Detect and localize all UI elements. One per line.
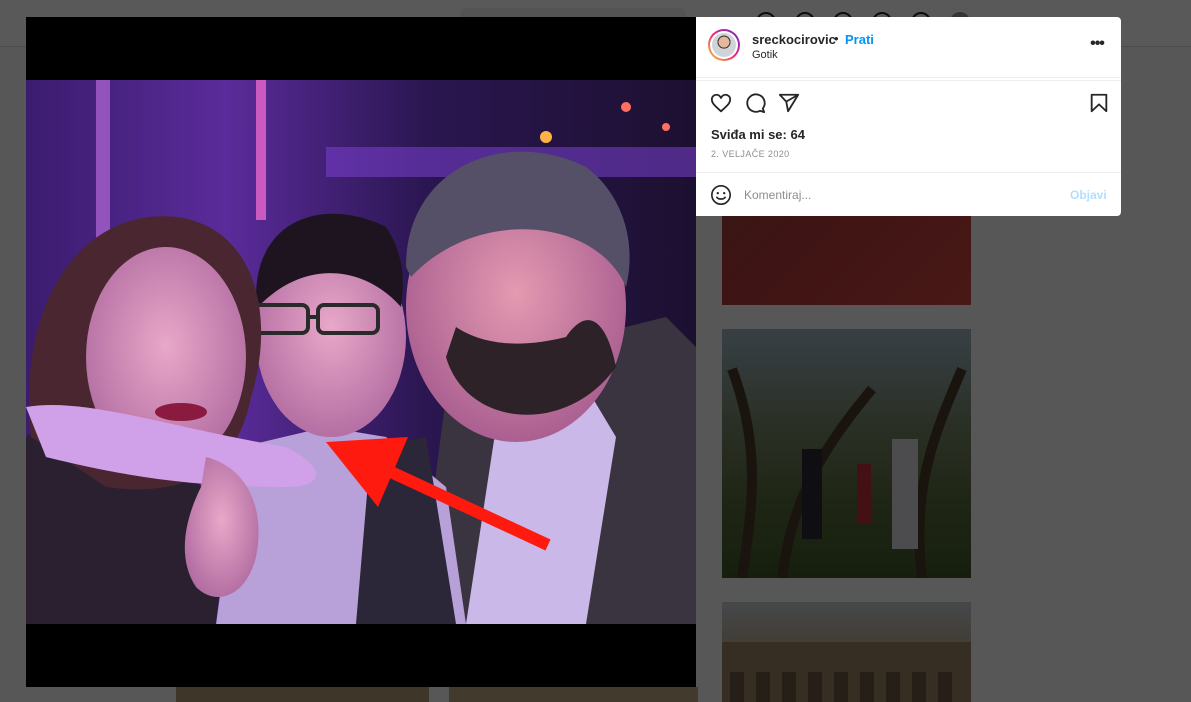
comment-form: Objavi (696, 172, 1121, 217)
header-separator: • (834, 31, 839, 46)
username-link[interactable]: sreckocirovic (752, 32, 836, 47)
emoji-icon[interactable] (710, 184, 732, 206)
post-details-panel: sreckocirovic • Prati Gotik ••• Sviđa mi… (696, 17, 1121, 216)
follow-button[interactable]: Prati (845, 32, 874, 47)
avatar-photo (712, 33, 736, 57)
comment-input[interactable] (744, 183, 1044, 207)
heart-icon[interactable] (710, 92, 732, 114)
selfie-photo-graphic (26, 80, 696, 624)
user-avatar[interactable] (708, 29, 740, 61)
bookmark-icon[interactable] (1088, 92, 1110, 114)
comment-icon[interactable] (744, 92, 766, 114)
avatar-ring (710, 31, 738, 59)
post-date[interactable]: 2. VELJAČE 2020 (711, 149, 790, 159)
post-photo[interactable] (26, 17, 696, 687)
location-link[interactable]: Gotik (752, 49, 778, 61)
post-header: sreckocirovic • Prati Gotik ••• (696, 17, 1121, 78)
more-options-icon[interactable]: ••• (1086, 33, 1108, 55)
post-comment-button[interactable]: Objavi (1070, 188, 1107, 202)
header-divider (696, 80, 1121, 81)
likes-count[interactable]: Sviđa mi se: 64 (711, 127, 805, 142)
share-icon[interactable] (778, 92, 800, 114)
